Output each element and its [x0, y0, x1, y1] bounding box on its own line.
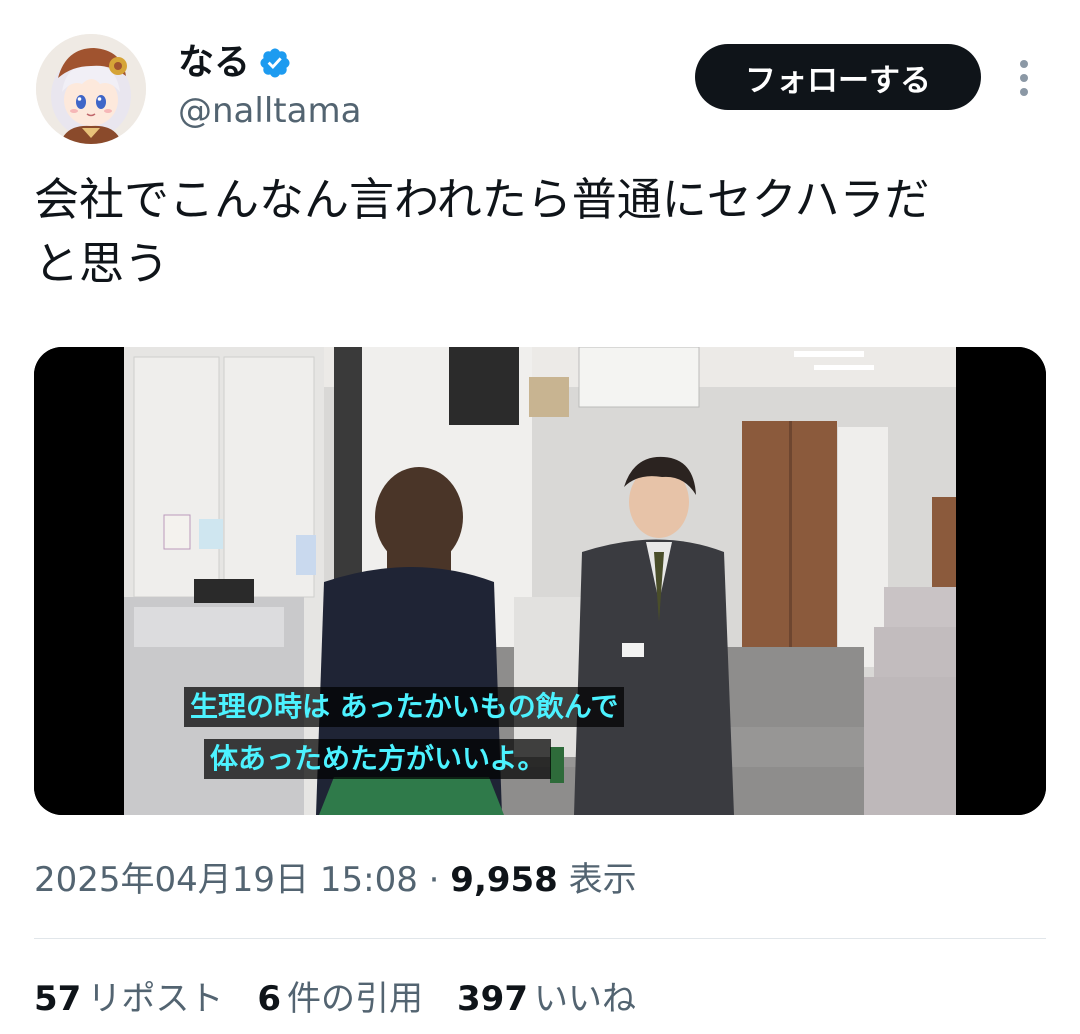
more-vertical-icon[interactable] [1008, 58, 1042, 98]
quotes-label: 件の引用 [287, 979, 423, 1019]
subtitle-line-2: 体あっためた方がいいよ。 [204, 739, 552, 779]
avatar[interactable] [36, 34, 146, 144]
likes-label: いいね [533, 979, 636, 1019]
likes-stat[interactable]: 397 いいね [457, 974, 636, 1024]
likes-count: 397 [457, 979, 528, 1019]
author-handle[interactable]: @nalltama [178, 90, 361, 132]
reposts-label: リポスト [87, 979, 224, 1019]
engagement-stats: 57 リポスト 6 件の引用 397 いいね [34, 974, 670, 1024]
divider [34, 938, 1046, 939]
quotes-stat[interactable]: 6 件の引用 [257, 974, 423, 1024]
meta-separator: · [428, 860, 440, 900]
tweet-detail: なる @nalltama フォローする 会社でこんなん言われたら普通にセクハラだ… [0, 0, 1080, 1034]
display-name[interactable]: なる [178, 40, 250, 86]
quotes-count: 6 [257, 979, 281, 1019]
reposts-stat[interactable]: 57 リポスト [34, 974, 223, 1024]
tweet-media-video[interactable]: 生理の時は あったかいもの飲んで 体あっためた方がいいよ。 [34, 347, 1046, 815]
views-count: 9,958 [450, 860, 558, 900]
anime-girl-avatar-icon [36, 34, 146, 144]
reposts-count: 57 [34, 979, 82, 1019]
tweet-text: 会社でこんなん言われたら普通にセクハラだ と思う [34, 173, 930, 290]
author-name-row[interactable]: なる [178, 40, 292, 86]
subtitle-line-1: 生理の時は あったかいもの飲んで [184, 687, 625, 727]
follow-button[interactable]: フォローする [695, 44, 981, 110]
views-label: 表示 [568, 860, 637, 900]
verified-badge-icon [260, 48, 290, 78]
timestamp[interactable]: 2025年04月19日 15:08 [34, 860, 418, 900]
tweet-meta: 2025年04月19日 15:08 · 9,958 表示 [34, 856, 637, 904]
